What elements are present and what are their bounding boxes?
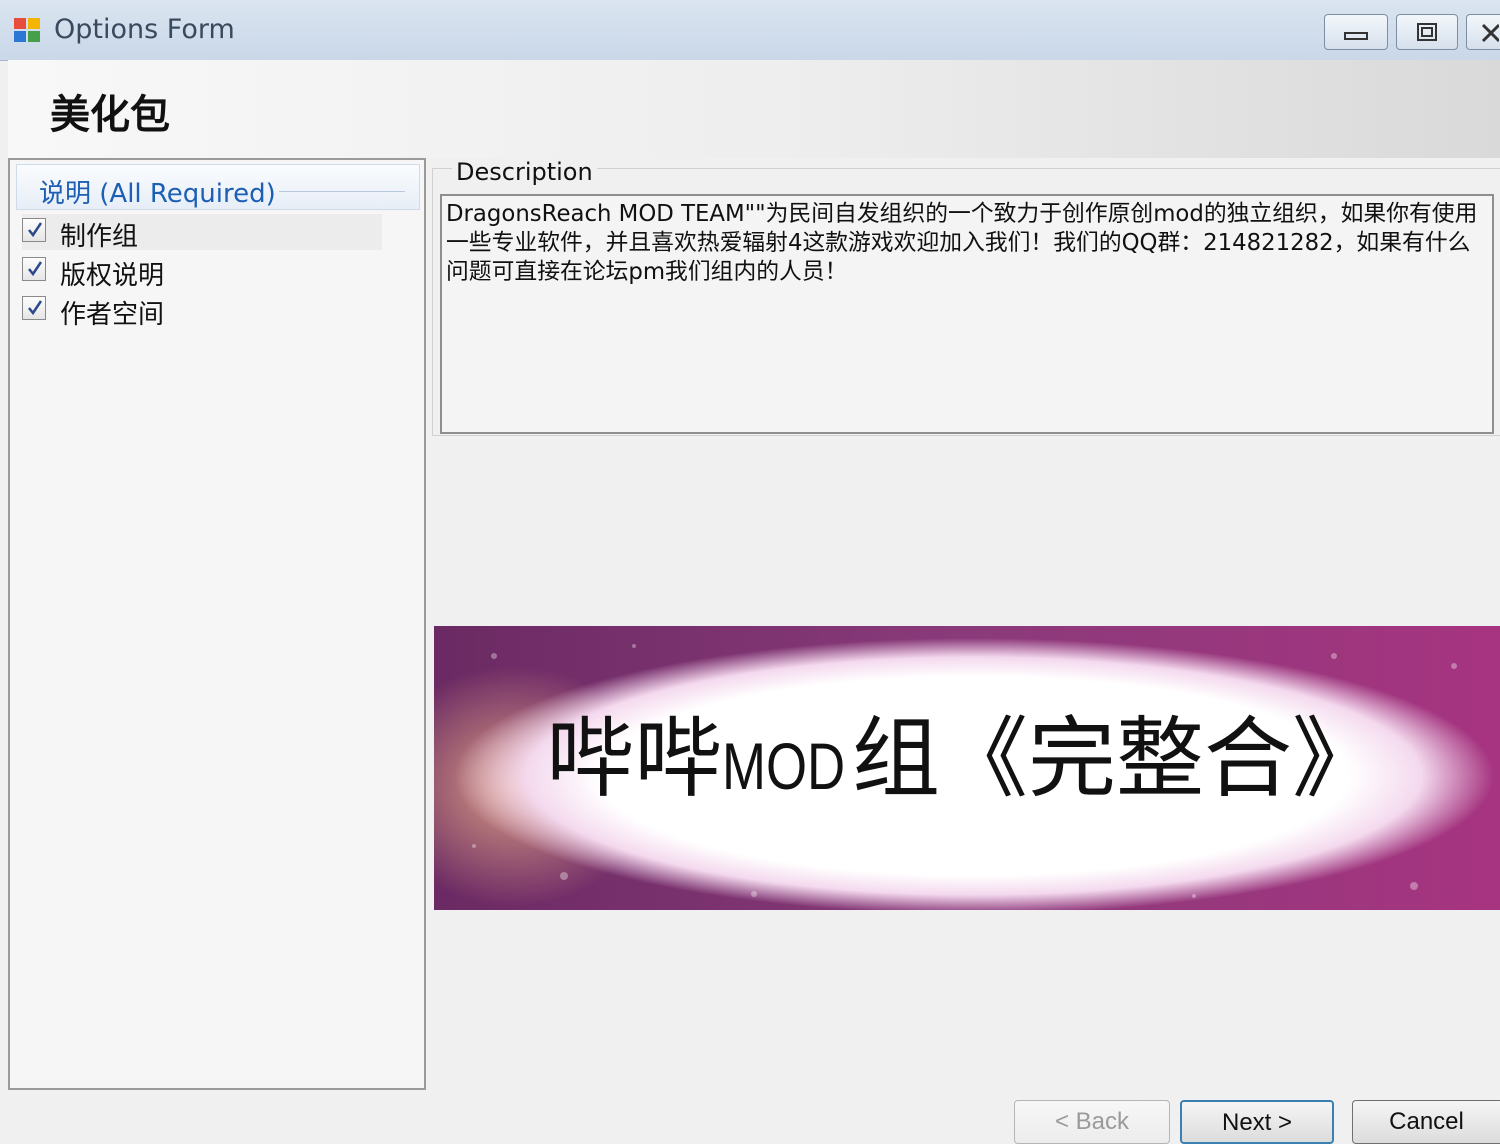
window-title: Options Form (54, 14, 235, 45)
maximize-icon (1417, 23, 1437, 41)
option-group-header: 说明 (All Required) (16, 164, 420, 210)
group-divider (279, 191, 405, 192)
description-textbox[interactable]: DragonsReach MOD TEAM""为民间自发组织的一个致力于创作原创… (440, 194, 1494, 434)
option-checkbox[interactable] (22, 257, 46, 281)
cancel-button[interactable]: Cancel (1352, 1100, 1500, 1144)
option-checkbox[interactable] (22, 296, 46, 320)
banner-image: 哔哔MOD组《完整合》 (434, 626, 1500, 910)
close-button[interactable] (1466, 14, 1500, 50)
option-item-production-team[interactable]: 制作组 (22, 214, 382, 252)
option-checkbox[interactable] (22, 218, 46, 242)
page-header: 美化包 (8, 60, 1500, 158)
banner-text-part1: 哔哔 (546, 707, 723, 810)
option-label: 作者空间 (60, 300, 165, 330)
close-icon (1481, 23, 1499, 43)
banner-text-part3: 组《完整合》 (852, 707, 1381, 810)
checkmark-icon (28, 300, 43, 316)
maximize-button[interactable] (1396, 14, 1458, 50)
banner-text-part2: MOD (722, 729, 846, 803)
title-bar: Options Form (0, 0, 1500, 61)
option-item-copyright[interactable]: 版权说明 (22, 253, 382, 291)
banner-title: 哔哔MOD组《完整合》 (546, 688, 1446, 858)
back-button[interactable]: < Back (1014, 1100, 1170, 1144)
page-title: 美化包 (50, 92, 170, 138)
option-label: 版权说明 (60, 261, 165, 291)
description-label: Description (452, 158, 597, 186)
next-button[interactable]: Next > (1180, 1100, 1334, 1144)
options-panel: 说明 (All Required) 制作组 版权说明 作者空间 (8, 158, 426, 1090)
checkmark-icon (28, 261, 43, 277)
group-label: 说明 (All Required) (39, 179, 276, 209)
windows-app-icon (14, 18, 42, 44)
option-item-author-space[interactable]: 作者空间 (22, 292, 382, 330)
minimize-icon (1344, 32, 1368, 40)
minimize-button[interactable] (1324, 14, 1388, 50)
checkmark-icon (28, 222, 43, 238)
option-label: 制作组 (60, 222, 139, 252)
